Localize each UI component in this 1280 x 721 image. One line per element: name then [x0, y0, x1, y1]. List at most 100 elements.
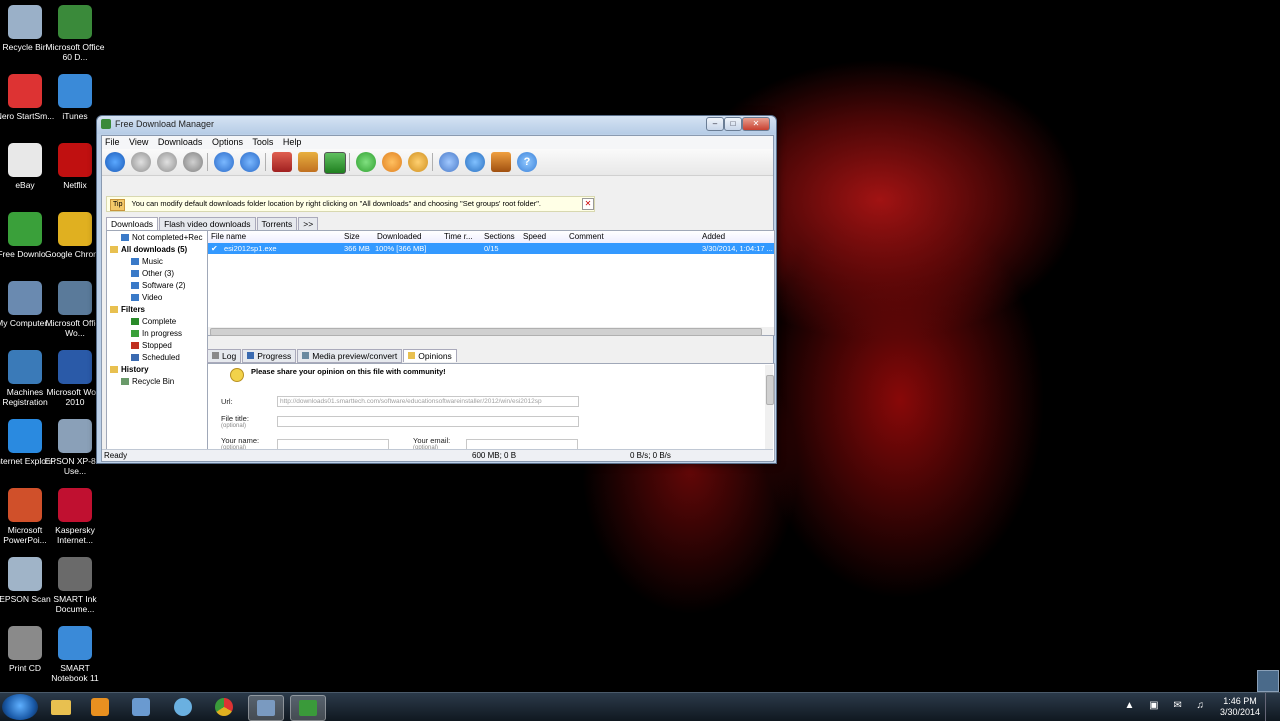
tab-progress[interactable]: Progress — [242, 349, 297, 363]
tree-recycle-bin[interactable]: Recycle Bin — [121, 376, 174, 387]
notification-icon[interactable] — [1257, 670, 1279, 692]
start-icon[interactable] — [131, 152, 151, 172]
app-icon — [58, 350, 92, 384]
tree-other[interactable]: Other (3) — [131, 268, 174, 279]
tree-stopped[interactable]: Stopped — [131, 340, 172, 351]
file-title-label: File title: — [221, 414, 249, 423]
globe-icon[interactable] — [465, 152, 485, 172]
fdm-taskbar-icon[interactable] — [290, 695, 326, 721]
app-icon — [8, 212, 42, 246]
col-speed[interactable]: Speed — [523, 232, 546, 241]
speed-icon[interactable] — [408, 152, 428, 172]
clock[interactable]: 1:46 PM 3/30/2014 — [1220, 696, 1260, 718]
tree-scheduled[interactable]: Scheduled — [131, 352, 180, 363]
recorder-icon[interactable] — [248, 695, 284, 721]
row-size: 366 MB — [344, 244, 370, 253]
tree-complete[interactable]: Complete — [131, 316, 176, 327]
menu-view[interactable]: View — [129, 137, 148, 147]
opinions-icon — [408, 352, 416, 359]
move-up-icon[interactable] — [214, 152, 234, 172]
tip-close-icon[interactable]: ✕ — [582, 198, 594, 210]
move-down-icon[interactable] — [240, 152, 260, 172]
col-size[interactable]: Size — [344, 232, 360, 241]
desktop-icon[interactable]: SMART Notebook 11 — [43, 626, 107, 683]
tab-downloads[interactable]: Downloads — [106, 217, 159, 230]
menu-tools[interactable]: Tools — [252, 137, 273, 147]
show-desktop-button[interactable] — [1265, 693, 1280, 721]
explorer-icon[interactable] — [44, 695, 78, 719]
desktop-icon[interactable]: Microsoft Office 60 D... — [43, 5, 107, 62]
pause-all-icon[interactable] — [382, 152, 402, 172]
traffic-high-icon[interactable] — [324, 152, 346, 174]
url-field[interactable]: http://downloads01.smarttech.com/softwar… — [277, 396, 579, 407]
row-sections: 0/15 — [484, 244, 499, 253]
complete-check-icon: ✔ — [211, 244, 218, 253]
book-icon[interactable] — [491, 152, 511, 172]
traffic-low-icon[interactable] — [272, 152, 292, 172]
folder-icon — [110, 306, 118, 314]
opinions-vscroll[interactable] — [765, 365, 774, 458]
menu-downloads[interactable]: Downloads — [158, 137, 203, 147]
tree-video[interactable]: Video — [131, 292, 162, 303]
play-all-icon[interactable] — [356, 152, 376, 172]
diamond-icon — [131, 294, 139, 302]
tab-more[interactable]: >> — [298, 217, 319, 230]
desktop-icon[interactable]: Kaspersky Internet... — [43, 488, 107, 545]
menu-file[interactable]: File — [105, 137, 120, 147]
tab-torrents[interactable]: Torrents — [256, 217, 298, 230]
tree-in-progress[interactable]: In progress — [131, 328, 182, 339]
desktop-icon-label: SMART Notebook 11 — [51, 663, 99, 683]
tree-not-completed[interactable]: Not completed+Rec — [121, 232, 202, 243]
minimize-button[interactable]: – — [706, 117, 724, 131]
app-icon — [58, 488, 92, 522]
add-download-icon[interactable] — [105, 152, 125, 172]
close-button[interactable]: ✕ — [742, 117, 770, 131]
help-icon[interactable]: ? — [517, 152, 537, 172]
row-downloaded: 100% [366 MB] — [375, 244, 427, 253]
app-icon — [58, 74, 92, 108]
tab-flash-video[interactable]: Flash video downloads — [159, 217, 256, 230]
folder-icon — [110, 366, 118, 374]
schedule-icon[interactable] — [183, 152, 203, 172]
menu-options[interactable]: Options — [212, 137, 243, 147]
desktop-icon[interactable]: iTunes — [43, 74, 107, 121]
traffic-medium-icon[interactable] — [298, 152, 318, 172]
file-title-field[interactable] — [277, 416, 579, 427]
table-row[interactable]: ✔ esi2012sp1.exe 366 MB 100% [366 MB] 0/… — [208, 243, 774, 254]
tab-opinions[interactable]: Opinions — [403, 349, 457, 362]
tab-media-preview[interactable]: Media preview/convert — [297, 349, 403, 363]
snipping-tool-icon[interactable] — [124, 695, 158, 719]
start-button[interactable] — [2, 694, 38, 720]
list-hscroll[interactable] — [208, 327, 774, 336]
info-tabs: Log Progress Media preview/convert Opinions — [207, 349, 458, 363]
col-added[interactable]: Added — [702, 232, 725, 241]
menu-help[interactable]: Help — [283, 137, 302, 147]
stop-icon[interactable] — [157, 152, 177, 172]
taskbar: ▲ ▣ ✉ ♫ 1:46 PM 3/30/2014 — [0, 692, 1280, 721]
col-comment[interactable]: Comment — [569, 232, 604, 241]
users-icon[interactable] — [166, 695, 200, 719]
col-time-remaining[interactable]: Time r... — [444, 232, 473, 241]
col-file-name[interactable]: File name — [211, 232, 246, 241]
tree-music[interactable]: Music — [131, 256, 163, 267]
tree-filters[interactable]: Filters — [110, 304, 145, 315]
col-downloaded[interactable]: Downloaded — [377, 232, 421, 241]
opinions-header: Please share your opinion on this file w… — [251, 367, 446, 376]
opinions-panel: Please share your opinion on this file w… — [207, 363, 775, 461]
title-bar[interactable]: Free Download Manager – □ ✕ — [97, 116, 776, 134]
chrome-icon[interactable] — [207, 695, 241, 719]
menu-bar: File View Downloads Options Tools Help — [102, 136, 773, 149]
tree-history[interactable]: History — [110, 364, 149, 375]
maximize-button[interactable]: □ — [724, 117, 742, 131]
system-tray[interactable]: ▲ ▣ ✉ ♫ — [1124, 700, 1210, 711]
app-icon — [58, 212, 92, 246]
col-sections[interactable]: Sections — [484, 232, 515, 241]
tip-bar: Tip You can modify default downloads fold… — [106, 196, 595, 212]
tab-log[interactable]: Log — [207, 349, 242, 363]
tip-badge: Tip — [110, 199, 126, 211]
desktop-icon[interactable]: SMART Ink Docume... — [43, 557, 107, 614]
tree-all-downloads[interactable]: All downloads (5) — [110, 244, 187, 255]
settings-gear-icon[interactable] — [439, 152, 459, 172]
media-player-icon[interactable] — [83, 695, 117, 719]
tree-software[interactable]: Software (2) — [131, 280, 186, 291]
